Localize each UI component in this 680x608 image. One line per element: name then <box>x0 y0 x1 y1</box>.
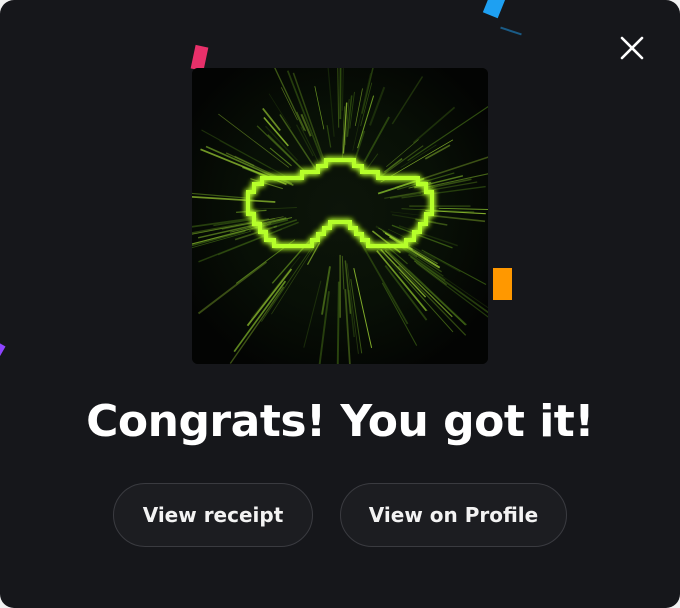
view-receipt-button[interactable]: View receipt <box>113 483 313 547</box>
close-button[interactable] <box>612 28 652 68</box>
confetti-blue-streak <box>500 26 522 36</box>
confetti-blue <box>482 0 506 19</box>
confetti-purple <box>0 343 6 357</box>
view-receipt-label: View receipt <box>142 503 284 527</box>
view-on-profile-label: View on Profile <box>368 503 539 527</box>
confetti-orange <box>493 268 512 300</box>
success-headline: Congrats! You got it! <box>86 396 594 447</box>
purchase-success-modal: Congrats! You got it! View receipt View … <box>0 0 680 608</box>
close-icon <box>620 36 644 60</box>
nft-artwork <box>192 68 488 364</box>
view-on-profile-button[interactable]: View on Profile <box>340 483 567 547</box>
